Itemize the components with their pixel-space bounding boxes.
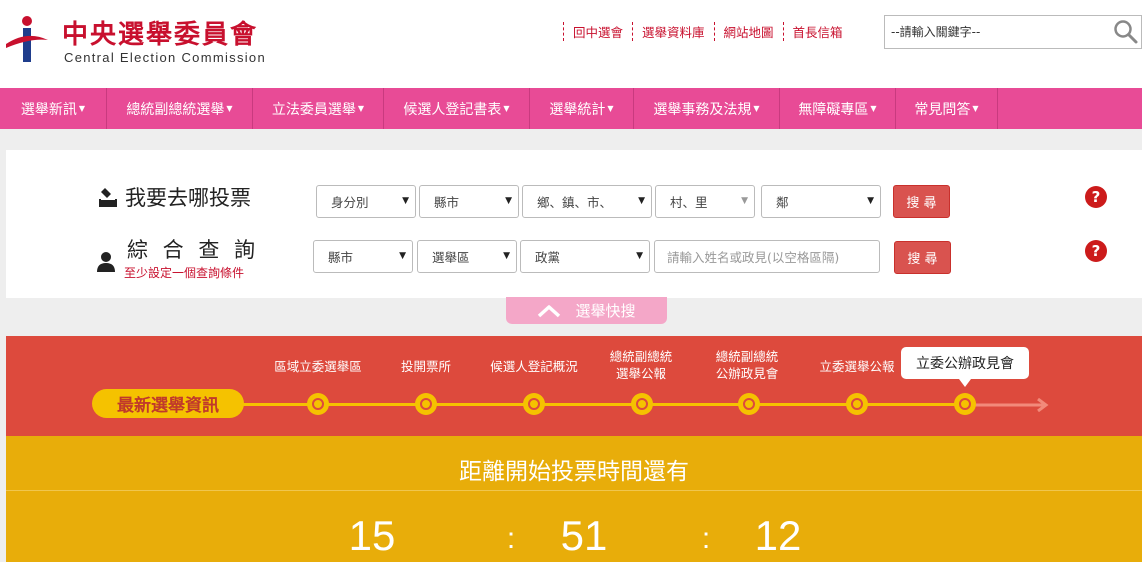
timeline-label-polling-station[interactable]: 投開票所 xyxy=(401,356,451,375)
caret-down-icon: ▼ xyxy=(972,104,979,113)
site-header: 中央選舉委員會 Central Election Commission 回中選會… xyxy=(0,0,1142,88)
top-links: 回中選會 選舉資料庫 網站地圖 首長信箱 xyxy=(563,22,852,41)
ballot-box-icon xyxy=(99,188,117,207)
help-icon[interactable]: ? xyxy=(1085,186,1107,208)
search-icon[interactable] xyxy=(1113,19,1139,45)
village-select[interactable]: 村、里 ▼ xyxy=(655,185,755,218)
caret-down-icon: ▼ xyxy=(505,196,512,206)
vote-countdown: 距離開始投票時間還有 15 : 51 : 12 xyxy=(6,436,1142,562)
countdown-days: 15 xyxy=(348,512,396,559)
nav-legislative[interactable]: 立法委員選舉 ▼ xyxy=(253,88,384,129)
party-select[interactable]: 政黨 ▼ xyxy=(520,240,650,273)
search-input[interactable] xyxy=(885,16,1105,48)
timeline-label-candidate-overview[interactable]: 候選人登記概況 xyxy=(490,356,578,375)
election-timeline: 最新選舉資訊 區域立委選舉區 投開票所 候選人登記概況 總統副總統 選舉公報 總… xyxy=(6,336,1142,436)
link-home[interactable]: 回中選會 xyxy=(563,22,632,41)
timeline-label-presidential-forum[interactable]: 總統副總統 公辦政見會 xyxy=(716,348,779,382)
chevron-up-icon xyxy=(538,304,561,317)
timeline-node[interactable] xyxy=(631,393,653,415)
timeline-node[interactable] xyxy=(846,393,868,415)
timeline-node[interactable] xyxy=(307,393,329,415)
org-name[interactable]: 中央選舉委員會 xyxy=(62,14,258,51)
county-select[interactable]: 縣市 ▼ xyxy=(419,185,519,218)
caret-down-icon: ▼ xyxy=(638,196,645,206)
cec-logo[interactable] xyxy=(4,14,50,64)
countdown-title: 距離開始投票時間還有 xyxy=(459,459,689,485)
search-hint: 至少設定一個查詢條件 xyxy=(124,266,245,280)
timeline-node[interactable] xyxy=(415,393,437,415)
vote-location-title: 我要去哪投票 xyxy=(125,186,251,210)
caret-down-icon: ▼ xyxy=(78,104,86,113)
integrated-search-title: 綜 合 查 詢 xyxy=(127,238,260,262)
caret-down-icon: ▼ xyxy=(870,104,877,113)
main-nav: 選舉新訊 ▼ 總統副總統選舉 ▼ 立法委員選舉 ▼ 候選人登記書表 ▼ 選舉統計 ▼ 選舉… xyxy=(0,88,1142,129)
timeline-node[interactable] xyxy=(523,393,545,415)
timeline-node[interactable] xyxy=(738,393,760,415)
help-icon[interactable]: ? xyxy=(1085,240,1107,262)
caret-down-icon: ▼ xyxy=(399,251,406,261)
site-search xyxy=(884,15,1142,49)
countdown-minutes: 12 xyxy=(754,512,802,559)
nav-candidate-forms[interactable]: 候選人登記書表 ▼ xyxy=(384,88,530,129)
vote-location-search-button[interactable]: 搜 尋 xyxy=(893,185,950,218)
caret-down-icon: ▼ xyxy=(607,104,614,113)
nav-election-news[interactable]: 選舉新訊 ▼ xyxy=(0,88,107,129)
neighborhood-select[interactable]: 鄰 ▼ xyxy=(761,185,881,218)
caret-down-icon: ▼ xyxy=(753,104,760,113)
timeline-node-active[interactable] xyxy=(954,393,976,415)
district-select[interactable]: 選舉區 ▼ xyxy=(417,240,517,273)
timeline-label-presidential-gazette[interactable]: 總統副總統 選舉公報 xyxy=(610,348,673,382)
caret-down-icon: ▼ xyxy=(636,251,643,261)
timeline-label-district[interactable]: 區域立委選舉區 xyxy=(274,356,362,375)
countdown-separator: : xyxy=(701,522,711,555)
caret-down-icon: ▼ xyxy=(357,104,365,113)
link-mailbox[interactable]: 首長信箱 xyxy=(782,22,852,41)
link-sitemap[interactable]: 網站地圖 xyxy=(713,22,783,41)
org-name-en: Central Election Commission xyxy=(64,50,266,65)
quick-search-toggle-tab[interactable]: 選舉快搜 xyxy=(506,297,667,324)
timeline-label-legislative-gazette[interactable]: 立委選舉公報 xyxy=(819,356,894,375)
caret-down-icon: ▼ xyxy=(867,196,874,206)
integrated-search-button[interactable]: 搜 尋 xyxy=(894,241,951,274)
divider xyxy=(6,490,1142,491)
nav-accessibility[interactable]: 無障礙專區 ▼ xyxy=(780,88,896,129)
link-database[interactable]: 選舉資料庫 xyxy=(632,22,714,41)
caret-down-icon: ▼ xyxy=(226,104,233,113)
caret-down-icon: ▼ xyxy=(503,104,510,113)
caret-down-icon: ▼ xyxy=(402,196,409,206)
nav-presidential[interactable]: 總統副總統選舉 ▼ xyxy=(107,88,253,129)
nav-faq[interactable]: 常見問答 ▼ xyxy=(896,88,998,129)
countdown-separator: : xyxy=(506,522,516,555)
timeline-active-tooltip[interactable]: 立委公辦政見會 xyxy=(901,347,1029,387)
county-select-2[interactable]: 縣市 ▼ xyxy=(313,240,413,273)
caret-down-icon: ▼ xyxy=(503,251,510,261)
identity-select[interactable]: 身分別 ▼ xyxy=(316,185,416,218)
countdown-hours: 51 xyxy=(560,512,608,559)
township-select[interactable]: 鄉、鎮、市、 ▼ xyxy=(522,185,652,218)
nav-statistics[interactable]: 選舉統計 ▼ xyxy=(530,88,634,129)
caret-down-icon: ▼ xyxy=(741,196,748,206)
quick-search-panel: 我要去哪投票 身分別 ▼ 縣市 ▼ 鄉、鎮、市、 ▼ 村、里 ▼ 鄰 ▼ 搜 尋 ? 綜 … xyxy=(6,150,1142,298)
name-or-policy-input[interactable]: 請輸入姓名或政見(以空格區隔) xyxy=(654,240,880,273)
person-icon xyxy=(97,252,115,272)
latest-election-info-badge: 最新選舉資訊 xyxy=(92,389,244,418)
nav-regulations[interactable]: 選舉事務及法規 ▼ xyxy=(634,88,780,129)
arrow-right-icon xyxy=(966,398,1049,412)
